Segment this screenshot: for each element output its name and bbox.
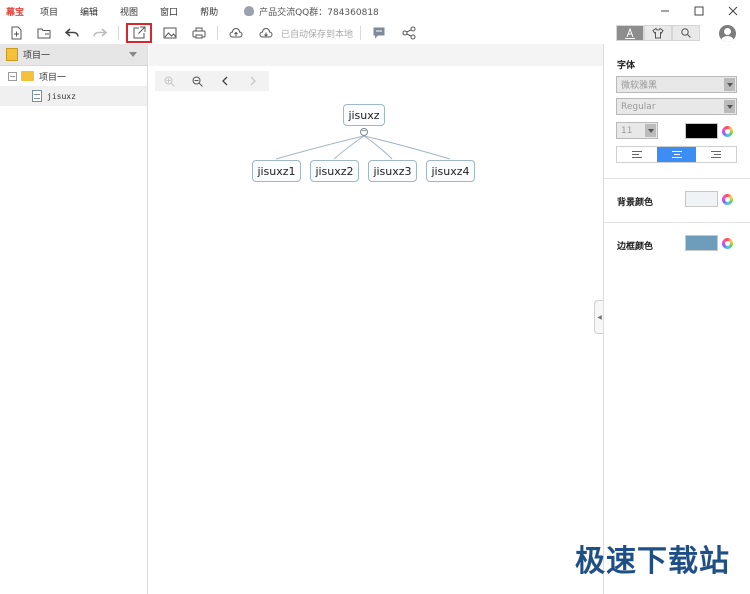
align-left-button[interactable]: [617, 147, 657, 162]
undo-icon: [65, 28, 79, 37]
redo-icon: [93, 28, 107, 37]
sidebar-header[interactable]: 项目一: [0, 44, 147, 66]
new-file-icon: [11, 26, 22, 40]
toolbar: 已自动保存到本地: [0, 22, 750, 44]
tab-search[interactable]: [672, 25, 700, 41]
font-style-value: Regular: [621, 101, 656, 112]
cloud-download-icon: [259, 28, 273, 38]
connector-lines: [275, 135, 451, 160]
user-avatar[interactable]: [719, 25, 736, 42]
child-topic[interactable]: jisuxz1: [252, 160, 301, 182]
font-style-select[interactable]: Regular: [616, 98, 737, 115]
menu-window[interactable]: 窗口: [160, 5, 178, 18]
chevron-down-icon: [724, 100, 735, 113]
tree-item-project-label: 项目一: [39, 72, 67, 83]
mindmap-canvas[interactable]: jisuxz − jisuxz1 jisuxz2 jisuxz3 jisuxz4: [149, 44, 603, 594]
watermark-logo: 极速下载站: [575, 544, 730, 579]
font-family-select[interactable]: 微软雅黑: [616, 76, 737, 93]
project-sidebar: 项目一 − 项目一 jisuxz: [0, 44, 148, 594]
chevron-down-icon[interactable]: [129, 52, 137, 57]
redo-button[interactable]: [89, 24, 111, 42]
menu-project[interactable]: 项目: [40, 5, 58, 18]
undo-button[interactable]: [61, 24, 83, 42]
collapse-toggle[interactable]: −: [8, 71, 17, 81]
child-topic[interactable]: jisuxz3: [368, 160, 417, 182]
share-button[interactable]: [398, 24, 420, 42]
print-button[interactable]: [188, 24, 210, 42]
maximize-icon: [694, 6, 704, 16]
shirt-icon: [652, 27, 664, 39]
share-icon: [402, 26, 416, 40]
title-bar: 幕宝 项目 编辑 视图 窗口 帮助 产品交流QQ群：784360818: [0, 0, 750, 22]
sidebar-header-title: 项目一: [23, 51, 51, 61]
cloud-upload-icon: [229, 28, 243, 38]
align-right-button[interactable]: [696, 147, 736, 162]
text-align-group: [616, 146, 737, 163]
export-button[interactable]: [126, 23, 152, 43]
folder-icon: [21, 71, 34, 81]
comment-button[interactable]: [368, 24, 390, 42]
tree-item-file-label: jisuxz: [47, 91, 76, 101]
font-color-swatch[interactable]: [685, 123, 718, 139]
border-color-label: 边框颜色: [617, 242, 654, 252]
text-format-icon: [625, 27, 635, 39]
bg-color-label: 背景颜色: [617, 198, 654, 208]
chevron-down-icon: [645, 124, 656, 137]
toolbar-divider: [360, 26, 362, 40]
child-topic[interactable]: jisuxz4: [426, 160, 475, 182]
tab-text-style[interactable]: [616, 25, 644, 41]
qq-group-text: 产品交流QQ群：784360818: [259, 7, 379, 18]
qq-group-info: 产品交流QQ群：784360818: [244, 5, 379, 18]
color-wheel-icon[interactable]: [722, 238, 733, 249]
tree-item-project[interactable]: − 项目一: [0, 66, 147, 86]
cloud-download-button[interactable]: [255, 24, 277, 42]
project-doc-icon: [6, 48, 18, 61]
child-topic[interactable]: jisuxz2: [310, 160, 359, 182]
export-image-button[interactable]: [159, 24, 181, 42]
tree-item-file[interactable]: jisuxz: [0, 86, 147, 106]
minimize-icon: [661, 10, 669, 12]
bg-color-swatch[interactable]: [685, 191, 718, 207]
panel-divider: [604, 178, 750, 179]
comment-icon: [373, 27, 385, 39]
qq-icon: [244, 6, 255, 16]
mindmap-file-icon: [32, 90, 42, 102]
font-size-select[interactable]: 11: [616, 122, 658, 139]
folder-open-icon: [37, 28, 51, 39]
root-topic[interactable]: jisuxz: [343, 104, 385, 126]
open-folder-button[interactable]: [33, 24, 55, 42]
new-file-button[interactable]: [5, 24, 27, 42]
image-icon: [163, 27, 177, 39]
printer-icon: [192, 27, 206, 39]
font-size-value: 11: [621, 125, 633, 136]
border-color-swatch[interactable]: [685, 235, 718, 251]
chevron-down-icon: [724, 78, 735, 91]
window-controls: [648, 0, 750, 22]
close-icon: [728, 6, 738, 16]
style-panel: 字体 微软雅黑 Regular 11 背景颜色 边框颜色: [603, 44, 750, 594]
cloud-upload-button[interactable]: [225, 24, 247, 42]
close-button[interactable]: [716, 0, 750, 22]
export-icon: [133, 26, 146, 39]
app-name: 幕宝: [6, 7, 25, 18]
minimize-button[interactable]: [648, 0, 682, 22]
collapse-node-button[interactable]: −: [360, 128, 368, 136]
menu-view[interactable]: 视图: [120, 5, 138, 18]
color-wheel-icon[interactable]: [722, 194, 733, 205]
tab-theme[interactable]: [644, 25, 672, 41]
maximize-button[interactable]: [682, 0, 716, 22]
panel-divider: [604, 222, 750, 223]
autosave-status: 已自动保存到本地: [281, 29, 354, 40]
menu-help[interactable]: 帮助: [200, 5, 218, 18]
font-family-value: 微软雅黑: [621, 81, 658, 91]
font-section-title: 字体: [617, 61, 636, 71]
menu-edit[interactable]: 编辑: [80, 5, 98, 18]
toolbar-divider: [118, 26, 119, 40]
panel-tabs: [616, 25, 700, 41]
color-wheel-icon[interactable]: [722, 126, 733, 137]
search-icon: [681, 28, 691, 38]
align-center-button[interactable]: [656, 147, 697, 162]
toolbar-divider: [217, 26, 218, 40]
